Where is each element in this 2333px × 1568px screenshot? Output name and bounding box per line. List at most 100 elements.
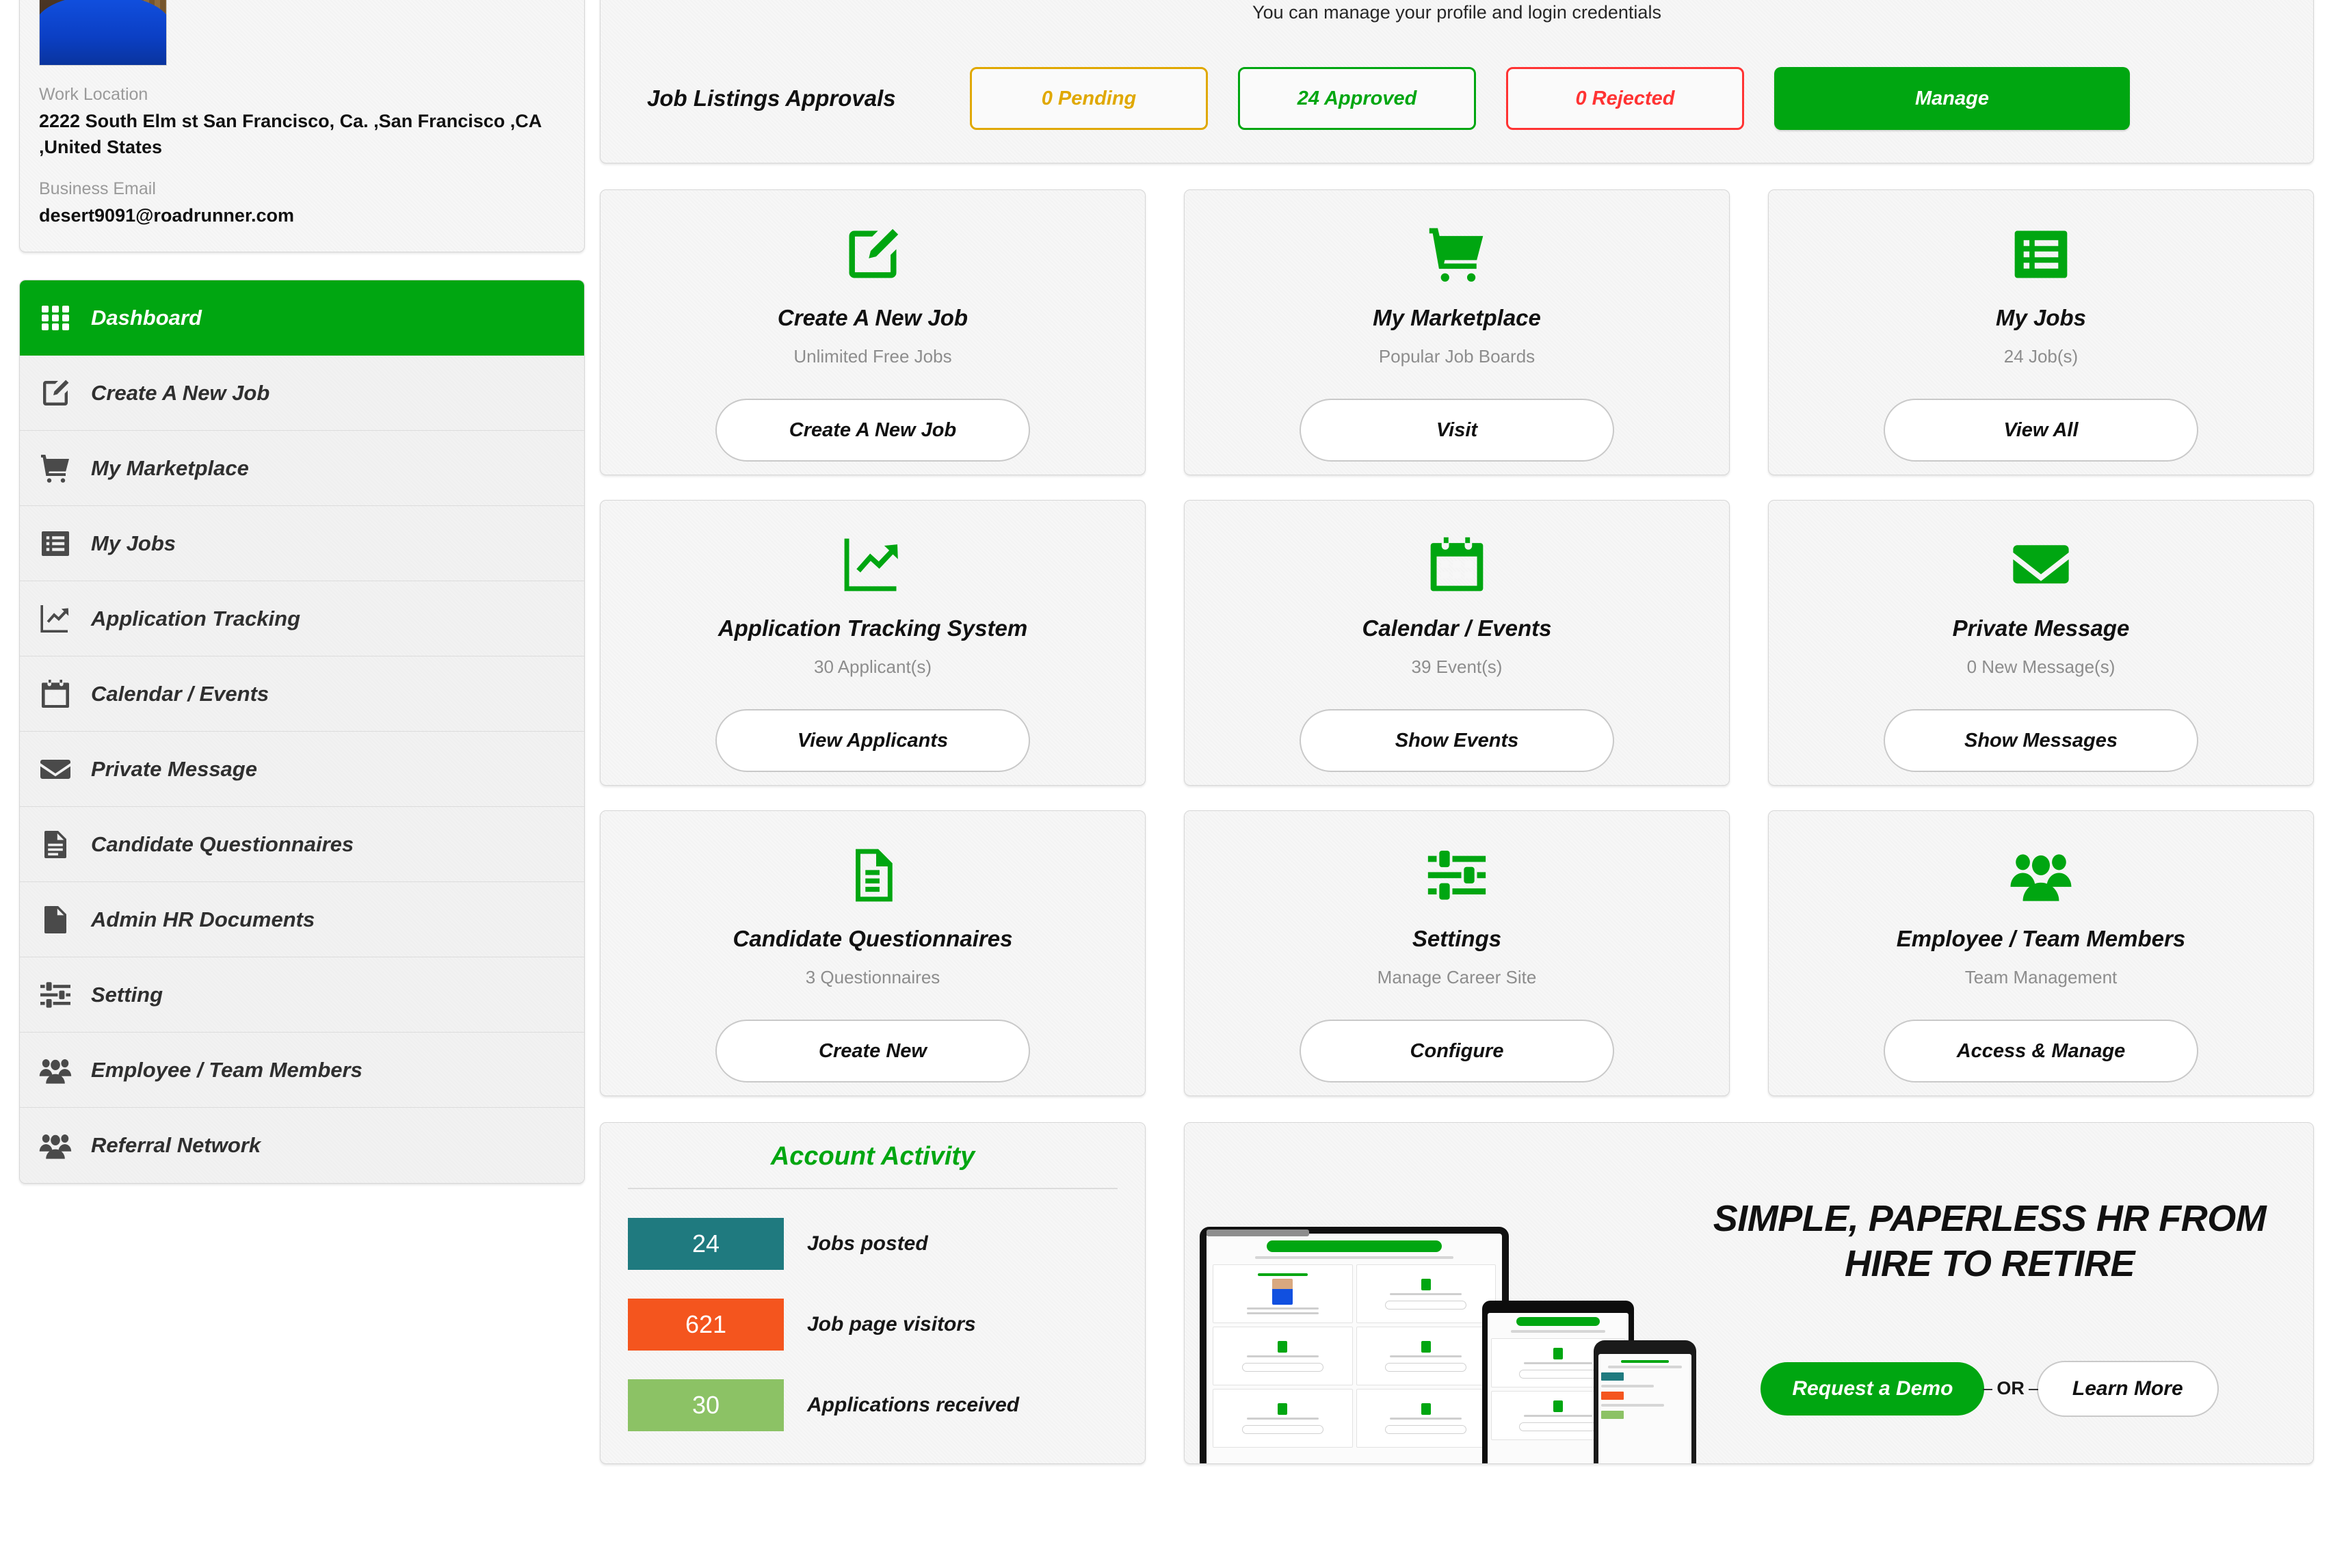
- card-subtitle: 24 Job(s): [2003, 346, 2079, 367]
- card-subtitle: 0 New Message(s): [1966, 656, 2115, 677]
- pending-approvals-badge[interactable]: 0 Pending: [970, 67, 1208, 130]
- approved-approvals-badge[interactable]: 24 Approved: [1238, 67, 1476, 130]
- stat-row: 621 Job page visitors: [628, 1299, 1118, 1351]
- card-my-jobs[interactable]: My Jobs 24 Job(s) View All: [1768, 189, 2314, 475]
- sidebar-item-create-a-new-job[interactable]: Create A New Job: [20, 356, 584, 431]
- card-action-button[interactable]: Create New: [715, 1020, 1030, 1082]
- promo-headline-line1: SIMPLE, PAPERLESS HR FROM: [1713, 1198, 2267, 1239]
- shopping-cart-icon: [38, 451, 73, 486]
- sidebar-item-candidate-questionnaires[interactable]: Candidate Questionnaires: [20, 807, 584, 883]
- sidebar-item-label: Calendar / Events: [91, 681, 269, 706]
- card-action-button[interactable]: Show Events: [1300, 709, 1614, 772]
- sidebar-item-application-tracking[interactable]: Application Tracking: [20, 581, 584, 657]
- card-action-button[interactable]: Configure: [1300, 1020, 1614, 1082]
- card-action-button[interactable]: Access & Manage: [1884, 1020, 2198, 1082]
- pencil-square-icon: [38, 375, 73, 411]
- card-title: Settings: [1412, 926, 1502, 951]
- rejected-approvals-badge[interactable]: 0 Rejected: [1506, 67, 1744, 130]
- card-my-marketplace[interactable]: My Marketplace Popular Job Boards Visit: [1184, 189, 1730, 475]
- card-action-button[interactable]: View Applicants: [715, 709, 1030, 772]
- users-icon: [38, 1128, 73, 1163]
- sidebar-item-label: Employee / Team Members: [91, 1057, 363, 1082]
- users-icon: [2009, 840, 2072, 911]
- stat-value: 621: [628, 1299, 784, 1351]
- sidebar-item-referral-network[interactable]: Referral Network: [20, 1108, 584, 1184]
- sliders-icon: [38, 977, 73, 1013]
- account-activity-card: Account Activity 24 Jobs posted 621 Job …: [600, 1122, 1146, 1464]
- sidebar-item-label: Admin HR Documents: [91, 907, 315, 931]
- list-icon: [38, 526, 73, 561]
- learn-more-button[interactable]: Learn More: [2036, 1360, 2219, 1417]
- stat-row: 24 Jobs posted: [628, 1218, 1118, 1270]
- sidebar-item-my-jobs[interactable]: My Jobs: [20, 506, 584, 582]
- sidebar-item-label: Candidate Questionnaires: [91, 832, 354, 856]
- promo-inner: SIMPLE, PAPERLESS HR FROM HIRE TO RETIRE…: [1185, 1123, 2313, 1463]
- business-email-label: Business Email: [39, 179, 156, 199]
- business-email-value: desert9091@roadrunner.com: [39, 205, 294, 226]
- work-location-value: 2222 South Elm st San Francisco, Ca. ,Sa…: [39, 110, 542, 158]
- card-action-button[interactable]: Visit: [1300, 399, 1614, 462]
- card-create-a-new-job[interactable]: Create A New Job Unlimited Free Jobs Cre…: [600, 189, 1146, 475]
- tablet-mockup: [1200, 1227, 1509, 1463]
- card-action-button[interactable]: View All: [1884, 399, 2198, 462]
- promo-banner[interactable]: SIMPLE, PAPERLESS HR FROM HIRE TO RETIRE…: [1184, 1122, 2314, 1464]
- device-mockup-illustration: [1185, 1123, 1704, 1463]
- contact-info-card: Business Line 9513858204 Work Location 2…: [19, 0, 585, 253]
- card-title: Candidate Questionnaires: [733, 926, 1013, 951]
- card-subtitle: Team Management: [1964, 967, 2118, 987]
- users-icon: [38, 1052, 73, 1088]
- main-content: View your Profile You can manage your pr…: [585, 0, 2333, 1464]
- sliders-icon: [1425, 840, 1488, 911]
- request-a-demo-button[interactable]: Request a Demo: [1761, 1361, 1985, 1416]
- sidebar-item-label: Referral Network: [91, 1133, 261, 1158]
- pencil-square-icon: [841, 219, 904, 290]
- sidebar-item-calendar-events[interactable]: Calendar / Events: [20, 656, 584, 732]
- avatar: [39, 0, 167, 66]
- sidebar-item-admin-hr-documents[interactable]: Admin HR Documents: [20, 882, 584, 958]
- document-icon: [38, 902, 73, 938]
- card-calendar-events[interactable]: Calendar / Events 39 Event(s) Show Event…: [1184, 500, 1730, 786]
- card-subtitle: Popular Job Boards: [1378, 346, 1535, 367]
- card-title: Application Tracking System: [717, 615, 1028, 641]
- card-action-button[interactable]: Create A New Job: [715, 399, 1030, 462]
- approvals-label: Job Listings Approvals: [647, 85, 896, 111]
- card-subtitle: Manage Career Site: [1377, 967, 1537, 987]
- card-candidate-questionnaires[interactable]: Candidate Questionnaires 3 Questionnaire…: [600, 810, 1146, 1096]
- manage-approvals-button[interactable]: Manage: [1774, 67, 2130, 130]
- calendar-icon: [1425, 529, 1488, 600]
- card-application-tracking-system[interactable]: Application Tracking System 30 Applicant…: [600, 500, 1146, 786]
- sidebar-item-private-message[interactable]: Private Message: [20, 732, 584, 808]
- sidebar-nav: Dashboard Create A New Job My Marketplac…: [19, 280, 585, 1184]
- card-title: My Marketplace: [1373, 305, 1541, 330]
- sidebar-item-label: Dashboard: [91, 306, 202, 330]
- chart-line-icon: [841, 529, 904, 600]
- sidebar-item-label: Private Message: [91, 756, 257, 781]
- sidebar-item-dashboard[interactable]: Dashboard: [20, 280, 584, 356]
- card-employee-team-members[interactable]: Employee / Team Members Team Management …: [1768, 810, 2314, 1096]
- card-title: My Jobs: [1995, 305, 2087, 330]
- card-title: Create A New Job: [777, 305, 968, 330]
- card-title: Calendar / Events: [1362, 615, 1552, 641]
- chart-line-icon: [38, 601, 73, 637]
- contact-fields: Business Line 9513858204: [190, 0, 297, 66]
- dashboard-page: Business Line 9513858204 Work Location 2…: [0, 0, 2333, 1568]
- stat-label: Applications received: [807, 1394, 1020, 1416]
- sidebar-item-setting[interactable]: Setting: [20, 957, 584, 1033]
- card-subtitle: 30 Applicant(s): [814, 656, 932, 677]
- dashboard-card-grid: Create A New Job Unlimited Free Jobs Cre…: [600, 189, 2314, 1121]
- stat-row: 30 Applications received: [628, 1379, 1118, 1431]
- sidebar-item-label: My Jobs: [91, 531, 176, 555]
- envelope-icon: [2009, 529, 2072, 600]
- calendar-icon: [38, 676, 73, 712]
- phone-mockup-small: [1594, 1340, 1696, 1463]
- promo-headline-line2: HIRE TO RETIRE: [1844, 1243, 2135, 1284]
- card-action-button[interactable]: Show Messages: [1884, 709, 2198, 772]
- sidebar-item-employee-team-members[interactable]: Employee / Team Members: [20, 1033, 584, 1108]
- card-settings[interactable]: Settings Manage Career Site Configure: [1184, 810, 1730, 1096]
- envelope-icon: [38, 752, 73, 787]
- card-private-message[interactable]: Private Message 0 New Message(s) Show Me…: [1768, 500, 2314, 786]
- sidebar-item-my-marketplace[interactable]: My Marketplace: [20, 431, 584, 507]
- bottom-row: Account Activity 24 Jobs posted 621 Job …: [600, 1122, 2314, 1464]
- promo-actions: Request a Demo OR Learn More: [1761, 1360, 2219, 1417]
- sidebar-item-label: Create A New Job: [91, 380, 270, 405]
